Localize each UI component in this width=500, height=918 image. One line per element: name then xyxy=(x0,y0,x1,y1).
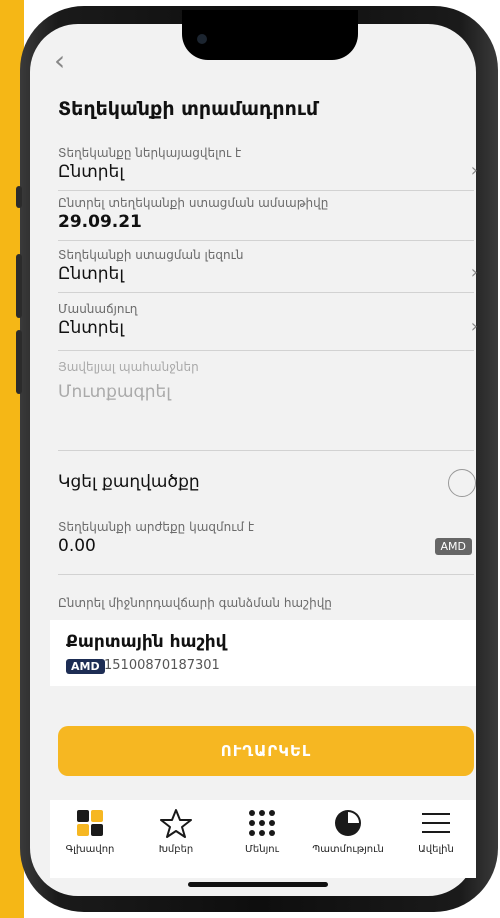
attach-statement-toggle[interactable]: Կցել քաղվածքը xyxy=(58,466,476,506)
field-value: Ընտրել xyxy=(58,162,124,182)
tab-label: Պատմություն xyxy=(312,844,384,855)
volume-up-button xyxy=(16,254,22,318)
date-field[interactable]: Ընտրել տեղեկանքի ստացման ամսաթիվը 29.09.… xyxy=(58,196,474,241)
notch xyxy=(182,10,358,60)
currency-badge: AMD xyxy=(434,538,472,555)
presented-to-field[interactable]: Տեղեկանքը ներկայացվելու է Ընտրել › xyxy=(58,146,478,191)
field-label: Տեղեկանքի արժեքը կազմում է xyxy=(58,520,255,534)
account-name: Քարտային հաշիվ xyxy=(66,632,227,652)
tab-label: Խմբեր xyxy=(158,844,194,855)
chevron-right-icon: › xyxy=(470,316,478,337)
amount-field: Տեղեկանքի արժեքը կազմում է 0.00 AMD xyxy=(58,520,474,575)
language-field[interactable]: Տեղեկանքի ստացման լեզուն Ընտրել › xyxy=(58,248,478,293)
bottom-tab-bar: Գլխավոր Խմբեր Մենյու Պատմություն Ավելին xyxy=(50,800,476,878)
tab-menu[interactable]: Մենյու xyxy=(222,808,302,855)
tab-groups[interactable]: Խմբեր xyxy=(136,808,216,855)
radio-button[interactable] xyxy=(448,469,476,497)
tab-label: Մենյու xyxy=(245,844,279,855)
field-label: Մասնաճյուղ xyxy=(58,302,138,316)
tab-home[interactable]: Գլխավոր xyxy=(50,808,130,855)
tab-history[interactable]: Պատմություն xyxy=(308,808,388,855)
account-number: 15100870187301 xyxy=(104,658,220,673)
mute-switch xyxy=(16,186,22,208)
page-title: Տեղեկանքի տրամադրում xyxy=(58,98,319,120)
account-card[interactable]: Քարտային հաշիվ AMD 15100870187301 xyxy=(50,620,476,686)
tab-more[interactable]: Ավելին xyxy=(396,808,476,855)
field-placeholder: Մուտքագրել xyxy=(58,382,171,402)
branch-field[interactable]: Մասնաճյուղ Ընտրել › xyxy=(58,302,478,351)
chevron-right-icon: › xyxy=(470,262,478,283)
star-icon xyxy=(136,808,216,838)
toggle-label: Կցել քաղվածքը xyxy=(58,472,200,492)
amount-value: 0.00 xyxy=(58,536,96,556)
send-button[interactable]: ՈՒՂԱՐԿԵԼ xyxy=(58,726,474,776)
account-section-label: Ընտրել միջնորդավճարի գանձման հաշիվը xyxy=(58,596,332,610)
field-label: Տեղեկանքի ստացման լեզուն xyxy=(58,248,244,262)
field-value: Ընտրել xyxy=(58,318,124,338)
dots-grid-icon xyxy=(222,808,302,838)
volume-down-button xyxy=(16,330,22,394)
chevron-right-icon: › xyxy=(470,160,478,181)
camera-icon xyxy=(197,34,207,44)
tab-label: Ավելին xyxy=(418,844,454,855)
back-icon[interactable]: ‹ xyxy=(54,44,65,77)
field-label: Տեղեկանքը ներկայացվելու է xyxy=(58,146,242,160)
tab-label: Գլխավոր xyxy=(65,844,115,855)
requirements-input[interactable]: Յավելյալ պահանջներ Մուտքագրել xyxy=(58,360,474,451)
clock-pie-icon xyxy=(308,808,388,838)
home-indicator xyxy=(188,882,328,887)
field-label: Ընտրել տեղեկանքի ստացման ամսաթիվը xyxy=(58,196,329,210)
hamburger-icon xyxy=(396,808,476,838)
field-label: Յավելյալ պահանջներ xyxy=(58,360,199,374)
home-grid-icon xyxy=(50,808,130,838)
field-value: 29.09.21 xyxy=(58,212,142,232)
account-currency-badge: AMD xyxy=(66,659,105,674)
field-value: Ընտրել xyxy=(58,264,124,284)
